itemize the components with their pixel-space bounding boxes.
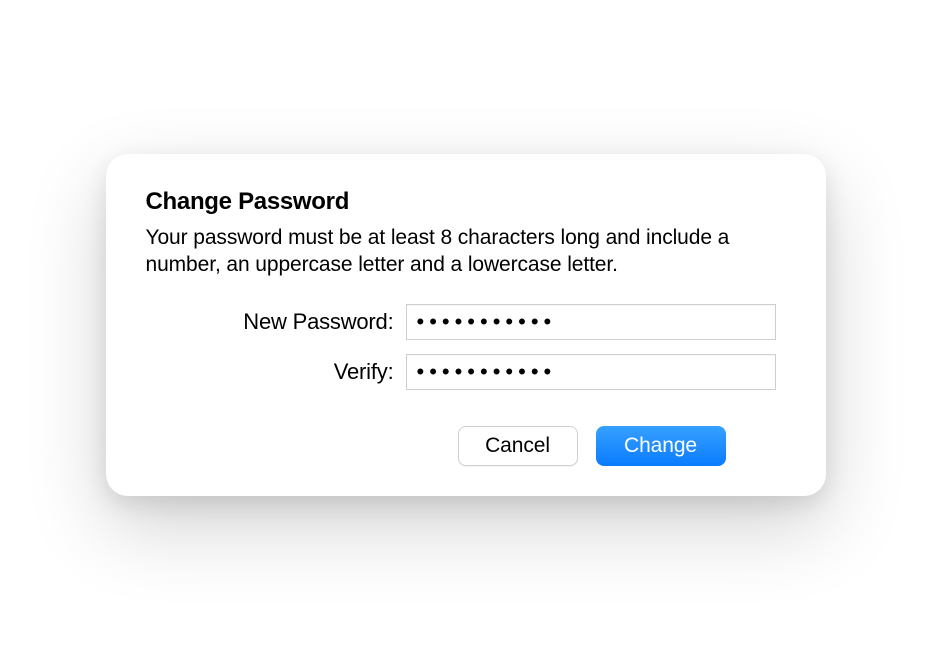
new-password-label: New Password: — [146, 309, 406, 335]
new-password-input[interactable] — [406, 304, 776, 340]
dialog-button-row: Cancel Change — [146, 426, 786, 466]
verify-label: Verify: — [146, 359, 406, 385]
change-button[interactable]: Change — [596, 426, 726, 466]
form-row-new-password: New Password: — [146, 304, 786, 340]
cancel-button[interactable]: Cancel — [458, 426, 578, 466]
dialog-description: Your password must be at least 8 charact… — [146, 224, 786, 279]
change-password-dialog: Change Password Your password must be at… — [106, 154, 826, 497]
dialog-title: Change Password — [146, 188, 786, 216]
form-row-verify: Verify: — [146, 354, 786, 390]
verify-input[interactable] — [406, 354, 776, 390]
